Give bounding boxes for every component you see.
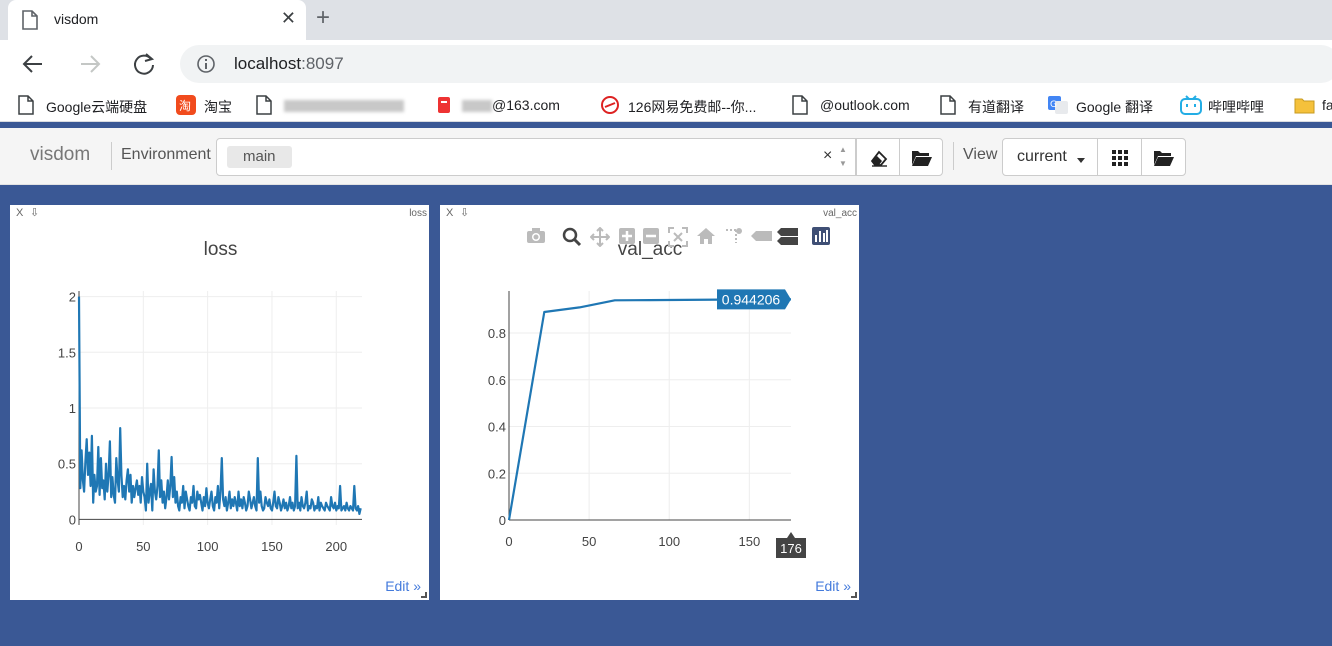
eraser-icon bbox=[870, 150, 888, 167]
manage-views-button[interactable] bbox=[1141, 138, 1186, 176]
chart-title: loss bbox=[204, 239, 238, 260]
series-line bbox=[507, 298, 792, 521]
pane-val-acc[interactable]: X ⇩ val_acc val_acc 0 50 100 150 0 0.2 0.4 0.6 0.… bbox=[440, 205, 859, 600]
tab-strip: visdom ✕ + bbox=[0, 0, 1332, 40]
y-tick-label: 0.5 bbox=[58, 457, 76, 472]
hover-x-text: 176 bbox=[780, 541, 802, 556]
back-arrow-icon[interactable] bbox=[20, 50, 48, 78]
view-select[interactable]: current bbox=[1002, 138, 1098, 176]
plotly-logo-icon[interactable] bbox=[812, 227, 830, 245]
google-translate-icon: G bbox=[1048, 95, 1068, 118]
x-tick-label: 0 bbox=[75, 539, 82, 554]
x-tick-label: 100 bbox=[197, 539, 219, 554]
folder-open-icon bbox=[1154, 151, 1174, 166]
y-tick-label: 0 bbox=[499, 513, 506, 528]
spinner-arrows-icon[interactable]: ▲ ▼ bbox=[839, 143, 847, 171]
pane-loss[interactable]: X ⇩ loss loss 0 50 100 150 200 0 0.5 1 1.5 2 Edit … bbox=[10, 205, 429, 600]
y-tick-label: 1 bbox=[69, 401, 76, 416]
mail-163-icon bbox=[434, 95, 454, 118]
hover-compare-icon[interactable] bbox=[776, 227, 800, 247]
tab-title: visdom bbox=[54, 11, 99, 27]
environment-select[interactable]: main × ▲ ▼ bbox=[216, 138, 856, 176]
x-tick-label: 200 bbox=[325, 539, 347, 554]
loss-line-chart[interactable]: loss 0 50 100 150 200 0 0.5 1 1.5 2 bbox=[10, 205, 429, 600]
clear-env-button[interactable] bbox=[856, 138, 900, 176]
x-tick-label: 150 bbox=[738, 534, 760, 549]
y-tick-label: 2 bbox=[69, 290, 76, 305]
mail-126-icon bbox=[600, 95, 620, 118]
series-line bbox=[77, 296, 362, 515]
y-tick-label: 0.8 bbox=[488, 326, 506, 341]
forward-arrow-icon[interactable] bbox=[76, 50, 104, 78]
y-tick-label: 0.4 bbox=[488, 420, 506, 435]
x-tick-label: 50 bbox=[582, 534, 596, 549]
hover-value-text: 0.944206 bbox=[722, 291, 781, 307]
new-tab-button[interactable]: + bbox=[316, 4, 330, 32]
environment-label: Environment bbox=[121, 146, 211, 163]
y-tick-label: 0 bbox=[69, 512, 76, 527]
autoscale-icon[interactable] bbox=[668, 227, 688, 247]
file-icon bbox=[792, 95, 808, 118]
zoom-out-icon[interactable] bbox=[642, 227, 660, 245]
file-icon bbox=[256, 95, 272, 118]
resize-handle[interactable] bbox=[421, 592, 427, 598]
manage-env-button[interactable] bbox=[899, 138, 943, 176]
view-label: View bbox=[963, 146, 998, 163]
caret-down-icon bbox=[1077, 158, 1085, 163]
bookmarks-bar: Google云端硬盘 淘 淘宝 @163.com 126网易免费邮--你... … bbox=[0, 88, 1332, 122]
edit-link[interactable]: Edit » bbox=[815, 578, 851, 594]
repack-button[interactable] bbox=[1097, 138, 1142, 176]
file-icon bbox=[940, 95, 956, 118]
svg-text:G: G bbox=[1050, 100, 1057, 110]
env-chip-main[interactable]: main bbox=[227, 146, 292, 168]
taobao-icon: 淘 bbox=[176, 95, 196, 118]
val-acc-line-chart[interactable]: val_acc0 50 100 15000.20.40.60.80.944206176 bbox=[440, 205, 859, 600]
pan-icon[interactable] bbox=[590, 227, 610, 247]
folder-open-icon bbox=[912, 151, 932, 166]
info-icon[interactable] bbox=[196, 54, 216, 79]
x-tick-label: 100 bbox=[658, 534, 680, 549]
brand-logo[interactable]: visdom bbox=[30, 144, 90, 166]
reload-icon[interactable] bbox=[130, 50, 158, 78]
resize-handle[interactable] bbox=[851, 592, 857, 598]
zoom-icon[interactable] bbox=[562, 227, 582, 247]
y-tick-label: 0.6 bbox=[488, 373, 506, 388]
home-icon[interactable] bbox=[696, 227, 716, 245]
hover-closest-icon[interactable] bbox=[750, 227, 774, 245]
x-tick-label: 150 bbox=[261, 539, 283, 554]
x-tick-label: 50 bbox=[136, 539, 150, 554]
page-icon bbox=[22, 10, 38, 35]
grid-icon bbox=[1112, 150, 1128, 166]
edit-link[interactable]: Edit » bbox=[385, 578, 421, 594]
browser-toolbar: localhost:8097 bbox=[0, 40, 1332, 88]
url-text: localhost:8097 bbox=[234, 54, 344, 73]
tab-visdom[interactable]: visdom ✕ bbox=[8, 0, 306, 40]
hover-value-label: 0.944206 bbox=[717, 289, 791, 310]
file-icon bbox=[18, 95, 34, 118]
x-tick-label: 0 bbox=[505, 534, 512, 549]
bilibili-icon bbox=[1180, 95, 1202, 118]
spike-lines-icon[interactable] bbox=[724, 227, 744, 245]
camera-icon[interactable] bbox=[526, 227, 546, 245]
divider bbox=[953, 142, 954, 170]
y-tick-label: 1.5 bbox=[58, 345, 76, 360]
svg-text:淘: 淘 bbox=[179, 99, 191, 113]
divider bbox=[111, 142, 112, 170]
folder-icon bbox=[1294, 95, 1316, 118]
hover-x-label: 176 bbox=[776, 532, 806, 558]
visdom-header: visdom Environment main × ▲ ▼ View curren… bbox=[0, 128, 1332, 185]
address-bar[interactable]: localhost:8097 bbox=[180, 45, 1332, 83]
y-tick-label: 0.2 bbox=[488, 466, 506, 481]
zoom-in-icon[interactable] bbox=[618, 227, 636, 245]
close-tab-icon[interactable]: ✕ bbox=[281, 8, 296, 29]
clear-icon[interactable]: × bbox=[823, 147, 832, 165]
